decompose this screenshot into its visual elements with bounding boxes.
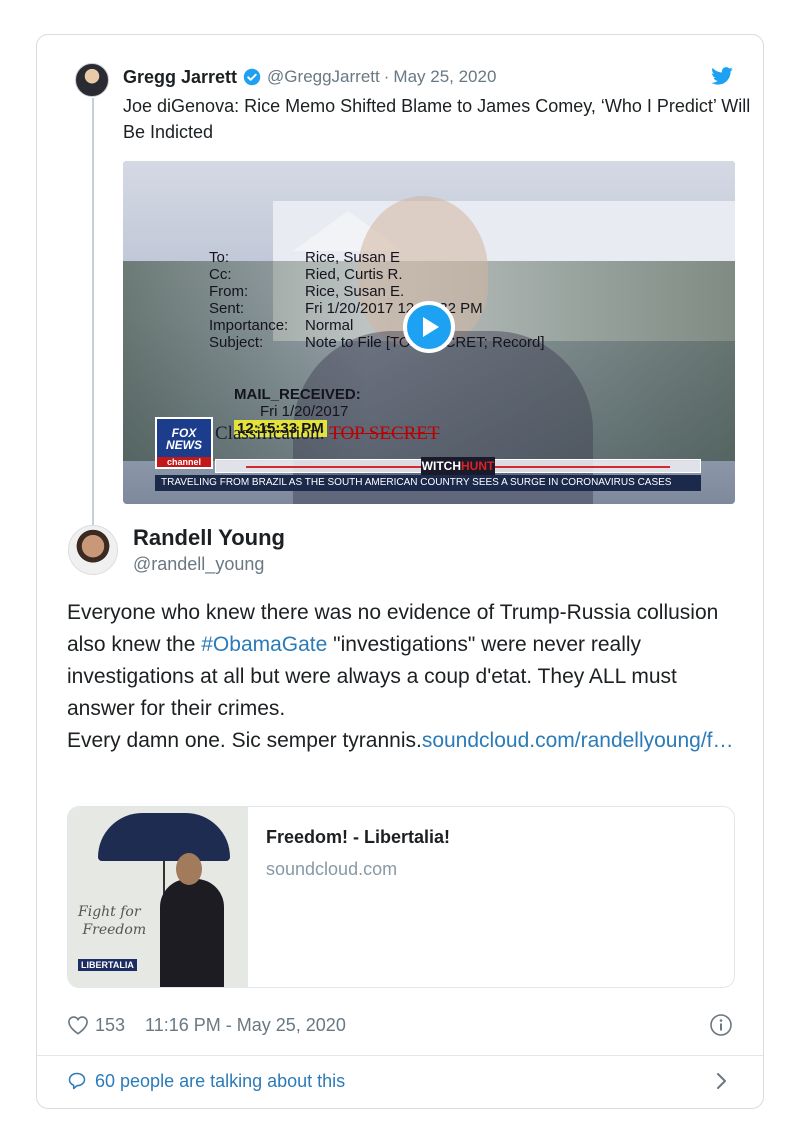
verified-badge-icon [243, 68, 261, 86]
talking-count-text[interactable]: 60 people are talking about this [95, 1071, 345, 1092]
quoted-author-name[interactable]: Gregg Jarrett [123, 67, 237, 88]
memo-labels: To: Cc: From: Sent: Importance: Subject: [209, 249, 289, 351]
classification-value: TOP SECRET [329, 423, 440, 444]
tweet-meta-row: 153 11:16 PM - May 25, 2020 [67, 1013, 346, 1037]
link-preview-card[interactable]: Fight for Freedom LIBERTALIA Freedom! - … [67, 806, 735, 988]
heart-icon[interactable] [67, 1015, 89, 1035]
witch-hunt-tag: WITCHHUNT [421, 457, 495, 475]
libertalia-badge: LIBERTALIA [78, 959, 137, 971]
fox-news-logo: FOX NEWS channel [155, 417, 213, 469]
gregg-jarrett-avatar[interactable] [75, 63, 109, 97]
link-preview-image: Fight for Freedom LIBERTALIA [68, 807, 248, 987]
handwritten-text: Fight for Freedom [78, 904, 147, 938]
author-handle[interactable]: @randell_young [133, 554, 264, 575]
play-button-icon[interactable] [403, 301, 455, 353]
author-name[interactable]: Randell Young [133, 525, 285, 551]
classification-label: Classification: [215, 423, 325, 444]
quoted-tweet-text: Joe diGenova: Rice Memo Shifted Blame to… [123, 96, 751, 142]
mail-received-label: MAIL_RECEIVED: [234, 386, 361, 403]
lower-third-bar: WITCHHUNT [215, 457, 701, 475]
figure-body [160, 879, 224, 987]
quoted-author-handle[interactable]: @GreggJarrett [267, 67, 380, 87]
twitter-bird-icon[interactable] [711, 67, 733, 85]
soundcloud-link[interactable]: soundcloud.com/randellyoung/f… [422, 729, 734, 752]
thread-line [92, 98, 94, 558]
header-separator: · [383, 67, 390, 86]
figure-head [176, 853, 202, 885]
link-preview-title: Freedom! - Libertalia! [266, 827, 451, 847]
link-preview-domain: soundcloud.com [266, 859, 398, 879]
network-name: FOX NEWS [166, 426, 202, 452]
hashtag-link[interactable]: #ObamaGate [201, 633, 327, 656]
conversation-link[interactable]: 60 people are talking about this [67, 1069, 345, 1093]
chevron-right-icon[interactable] [715, 1071, 729, 1091]
witch-hunt-prefix: WITCH [421, 459, 461, 473]
tweet-text: Everyone who knew there was no evidence … [67, 597, 737, 757]
video-thumbnail[interactable]: To: Cc: From: Sent: Importance: Subject:… [123, 161, 735, 504]
speech-bubble-icon [68, 1072, 86, 1090]
randell-young-avatar[interactable] [68, 525, 118, 575]
like-count[interactable]: 153 [95, 1015, 125, 1036]
tweet-text-part3: Every damn one. Sic semper tyrannis. [67, 729, 422, 752]
classification-line: Classification: TOP SECRET [215, 423, 440, 445]
quoted-tweet-date[interactable]: May 25, 2020 [393, 67, 496, 87]
tweet-timestamp[interactable]: 11:16 PM - May 25, 2020 [145, 1015, 346, 1036]
quoted-tweet-header: Gregg Jarrett @GreggJarrett · May 25, 20… [123, 65, 496, 89]
witch-hunt-suffix: HUNT [461, 459, 495, 473]
umbrella-shape [98, 813, 230, 861]
mail-received-date: Fri 1/20/2017 [260, 403, 349, 420]
network-sub: channel [157, 457, 211, 467]
news-ticker: TRAVELING FROM BRAZIL AS THE SOUTH AMERI… [155, 475, 701, 491]
footer-divider [37, 1055, 763, 1056]
info-icon[interactable] [709, 1013, 733, 1037]
embedded-tweet-card: Gregg Jarrett @GreggJarrett · May 25, 20… [36, 34, 764, 1109]
